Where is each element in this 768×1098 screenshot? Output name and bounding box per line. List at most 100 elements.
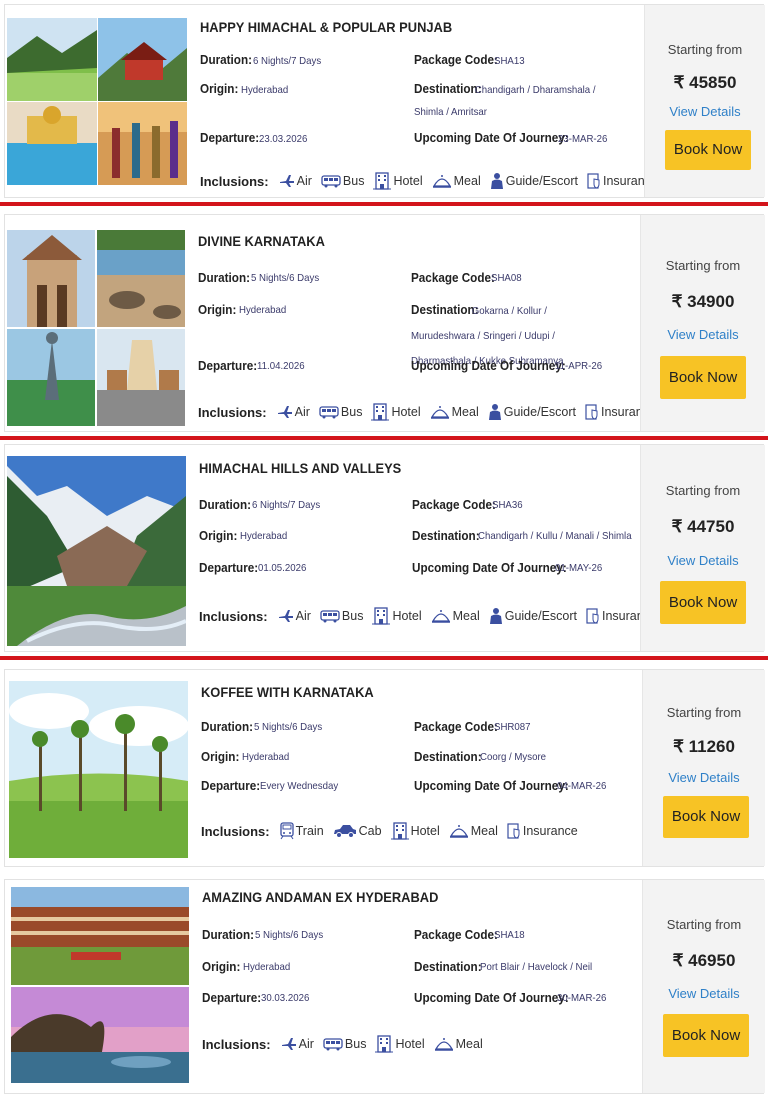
hotel-icon <box>371 403 390 421</box>
package-title[interactable]: KOFFEE WITH KARNATAKA <box>201 684 374 700</box>
inclusion-guide: Guide/Escort <box>488 403 576 421</box>
hotel-icon <box>372 607 391 625</box>
cloche-icon <box>449 825 468 838</box>
upcoming-label: Upcoming Date Of Journey: <box>414 778 569 793</box>
upcoming-value: 23-MAR-26 <box>558 133 608 145</box>
view-details-link[interactable]: View Details <box>645 104 765 119</box>
view-details-link[interactable]: View Details <box>643 770 765 785</box>
duration-value: 5 Nights/6 Days <box>254 721 323 733</box>
inclusion-meal: Meal <box>432 173 481 189</box>
inclusion-label: Bus <box>340 405 363 419</box>
upcoming-value: 11-APR-26 <box>555 360 603 372</box>
destination-label: Destination: <box>412 528 480 543</box>
destination-label: Destination: <box>414 749 482 764</box>
book-now-button[interactable]: Book Now <box>663 796 749 838</box>
package-card: DIVINE KARNATAKA Duration: 5 Nights/6 Da… <box>0 210 768 436</box>
inclusion-air: Air <box>279 174 312 188</box>
plane-icon <box>279 175 294 187</box>
origin-label: Origin: <box>199 528 238 543</box>
inclusions-label: Inclusions: <box>198 404 267 420</box>
package-image-collage[interactable] <box>11 887 189 1083</box>
origin-value: Hyderabad <box>242 751 290 763</box>
package-code-label: Package Code: <box>412 497 496 512</box>
duration-label: Duration: <box>199 497 252 512</box>
inclusion-hotel: Hotel <box>375 1035 425 1053</box>
inclusion-label: Insurance <box>522 824 578 838</box>
inclusion-air: Air <box>277 405 310 419</box>
inclusions-row: Inclusions: Air Bus Hotel Meal Guide/Esc… <box>198 403 665 421</box>
insurance-icon <box>587 173 600 189</box>
package-title[interactable]: AMAZING ANDAMAN EX HYDERABAD <box>202 889 438 905</box>
package-code-value: SHA13 <box>494 55 525 67</box>
inclusions-row: Inclusions: Train Cab Hotel Meal Insuran… <box>201 822 587 840</box>
inclusion-label: Bus <box>344 1037 367 1051</box>
starting-from-label: Starting from <box>665 483 741 498</box>
package-image[interactable] <box>9 681 188 858</box>
package-card: AMAZING ANDAMAN EX HYDERABAD Duration: 5… <box>0 875 768 1098</box>
origin-label: Origin: <box>201 749 240 764</box>
origin-value: Hyderabad <box>241 84 289 96</box>
price-value: ₹ 44750 <box>671 517 735 536</box>
inclusion-meal: Meal <box>431 608 480 624</box>
package-code-label: Package Code: <box>414 927 498 942</box>
package-image-collage[interactable] <box>7 230 185 426</box>
package-card: HAPPY HIMACHAL & POPULAR PUNJAB Duration… <box>0 0 768 202</box>
view-details-link[interactable]: View Details <box>641 553 765 568</box>
inclusion-meal: Meal <box>430 404 479 420</box>
price-panel: Starting from ₹ 11260 View Details Book … <box>642 670 765 866</box>
inclusion-guide: Guide/Escort <box>490 172 578 190</box>
departure-value: 01.05.2026 <box>258 562 307 574</box>
duration-label: Duration: <box>201 719 254 734</box>
package-image[interactable] <box>7 456 186 646</box>
view-details-link[interactable]: View Details <box>641 327 765 342</box>
package-image-collage[interactable] <box>7 18 187 185</box>
inclusion-label: Guide/Escort <box>503 405 576 419</box>
inclusion-label: Air <box>294 405 310 419</box>
hotel-icon <box>390 822 409 840</box>
inclusion-hotel: Hotel <box>372 607 422 625</box>
insurance-icon <box>586 608 599 624</box>
package-title[interactable]: HIMACHAL HILLS AND VALLEYS <box>199 460 401 476</box>
upcoming-label: Upcoming Date Of Journey: <box>411 358 566 373</box>
destination-value: Coorg / Mysore <box>480 751 547 763</box>
cloche-icon <box>430 406 449 419</box>
book-now-button[interactable]: Book Now <box>663 1014 749 1057</box>
duration-label: Duration: <box>200 52 253 67</box>
destination-value: Chandigarh / Kullu / Manali / Shimla <box>478 530 632 542</box>
duration-value: 6 Nights/7 Days <box>252 499 321 511</box>
departure-label: Departure: <box>198 358 258 373</box>
train-icon <box>279 822 294 840</box>
card-separator <box>0 656 768 660</box>
price-value: ₹ 46950 <box>672 951 736 970</box>
origin-value: Hyderabad <box>243 961 291 973</box>
inclusion-label: Air <box>296 174 312 188</box>
inclusions-label: Inclusions: <box>200 173 269 189</box>
package-code-label: Package Code: <box>414 52 498 67</box>
insurance-icon <box>585 404 598 420</box>
book-now-button[interactable]: Book Now <box>660 356 746 399</box>
origin-value: Hyderabad <box>239 304 287 316</box>
departure-label: Departure: <box>200 130 260 145</box>
package-card: HIMACHAL HILLS AND VALLEYS Duration: 6 N… <box>0 440 768 656</box>
cloche-icon <box>432 175 451 188</box>
departure-value: 11.04.2026 <box>257 360 305 372</box>
package-code-label: Package Code: <box>411 270 495 285</box>
inclusion-insurance: Insurance <box>507 823 578 839</box>
book-now-button[interactable]: Book Now <box>660 581 746 624</box>
book-now-button[interactable]: Book Now <box>665 130 751 170</box>
starting-from-label: Starting from <box>667 42 743 57</box>
inclusion-label: Air <box>298 1037 314 1051</box>
duration-label: Duration: <box>202 927 255 942</box>
duration-label: Duration: <box>198 270 251 285</box>
cloche-icon <box>434 1038 453 1051</box>
package-code-value: SHA18 <box>494 929 525 941</box>
inclusion-meal: Meal <box>434 1036 483 1052</box>
plane-icon <box>281 1038 296 1050</box>
package-title[interactable]: HAPPY HIMACHAL & POPULAR PUNJAB <box>200 19 452 35</box>
package-title[interactable]: DIVINE KARNATAKA <box>198 233 325 249</box>
departure-value: 23.03.2026 <box>259 133 308 145</box>
view-details-link[interactable]: View Details <box>643 986 765 1001</box>
bus-icon <box>323 1038 343 1051</box>
departure-value: 30.03.2026 <box>261 992 310 1004</box>
inclusions-label: Inclusions: <box>199 608 268 624</box>
